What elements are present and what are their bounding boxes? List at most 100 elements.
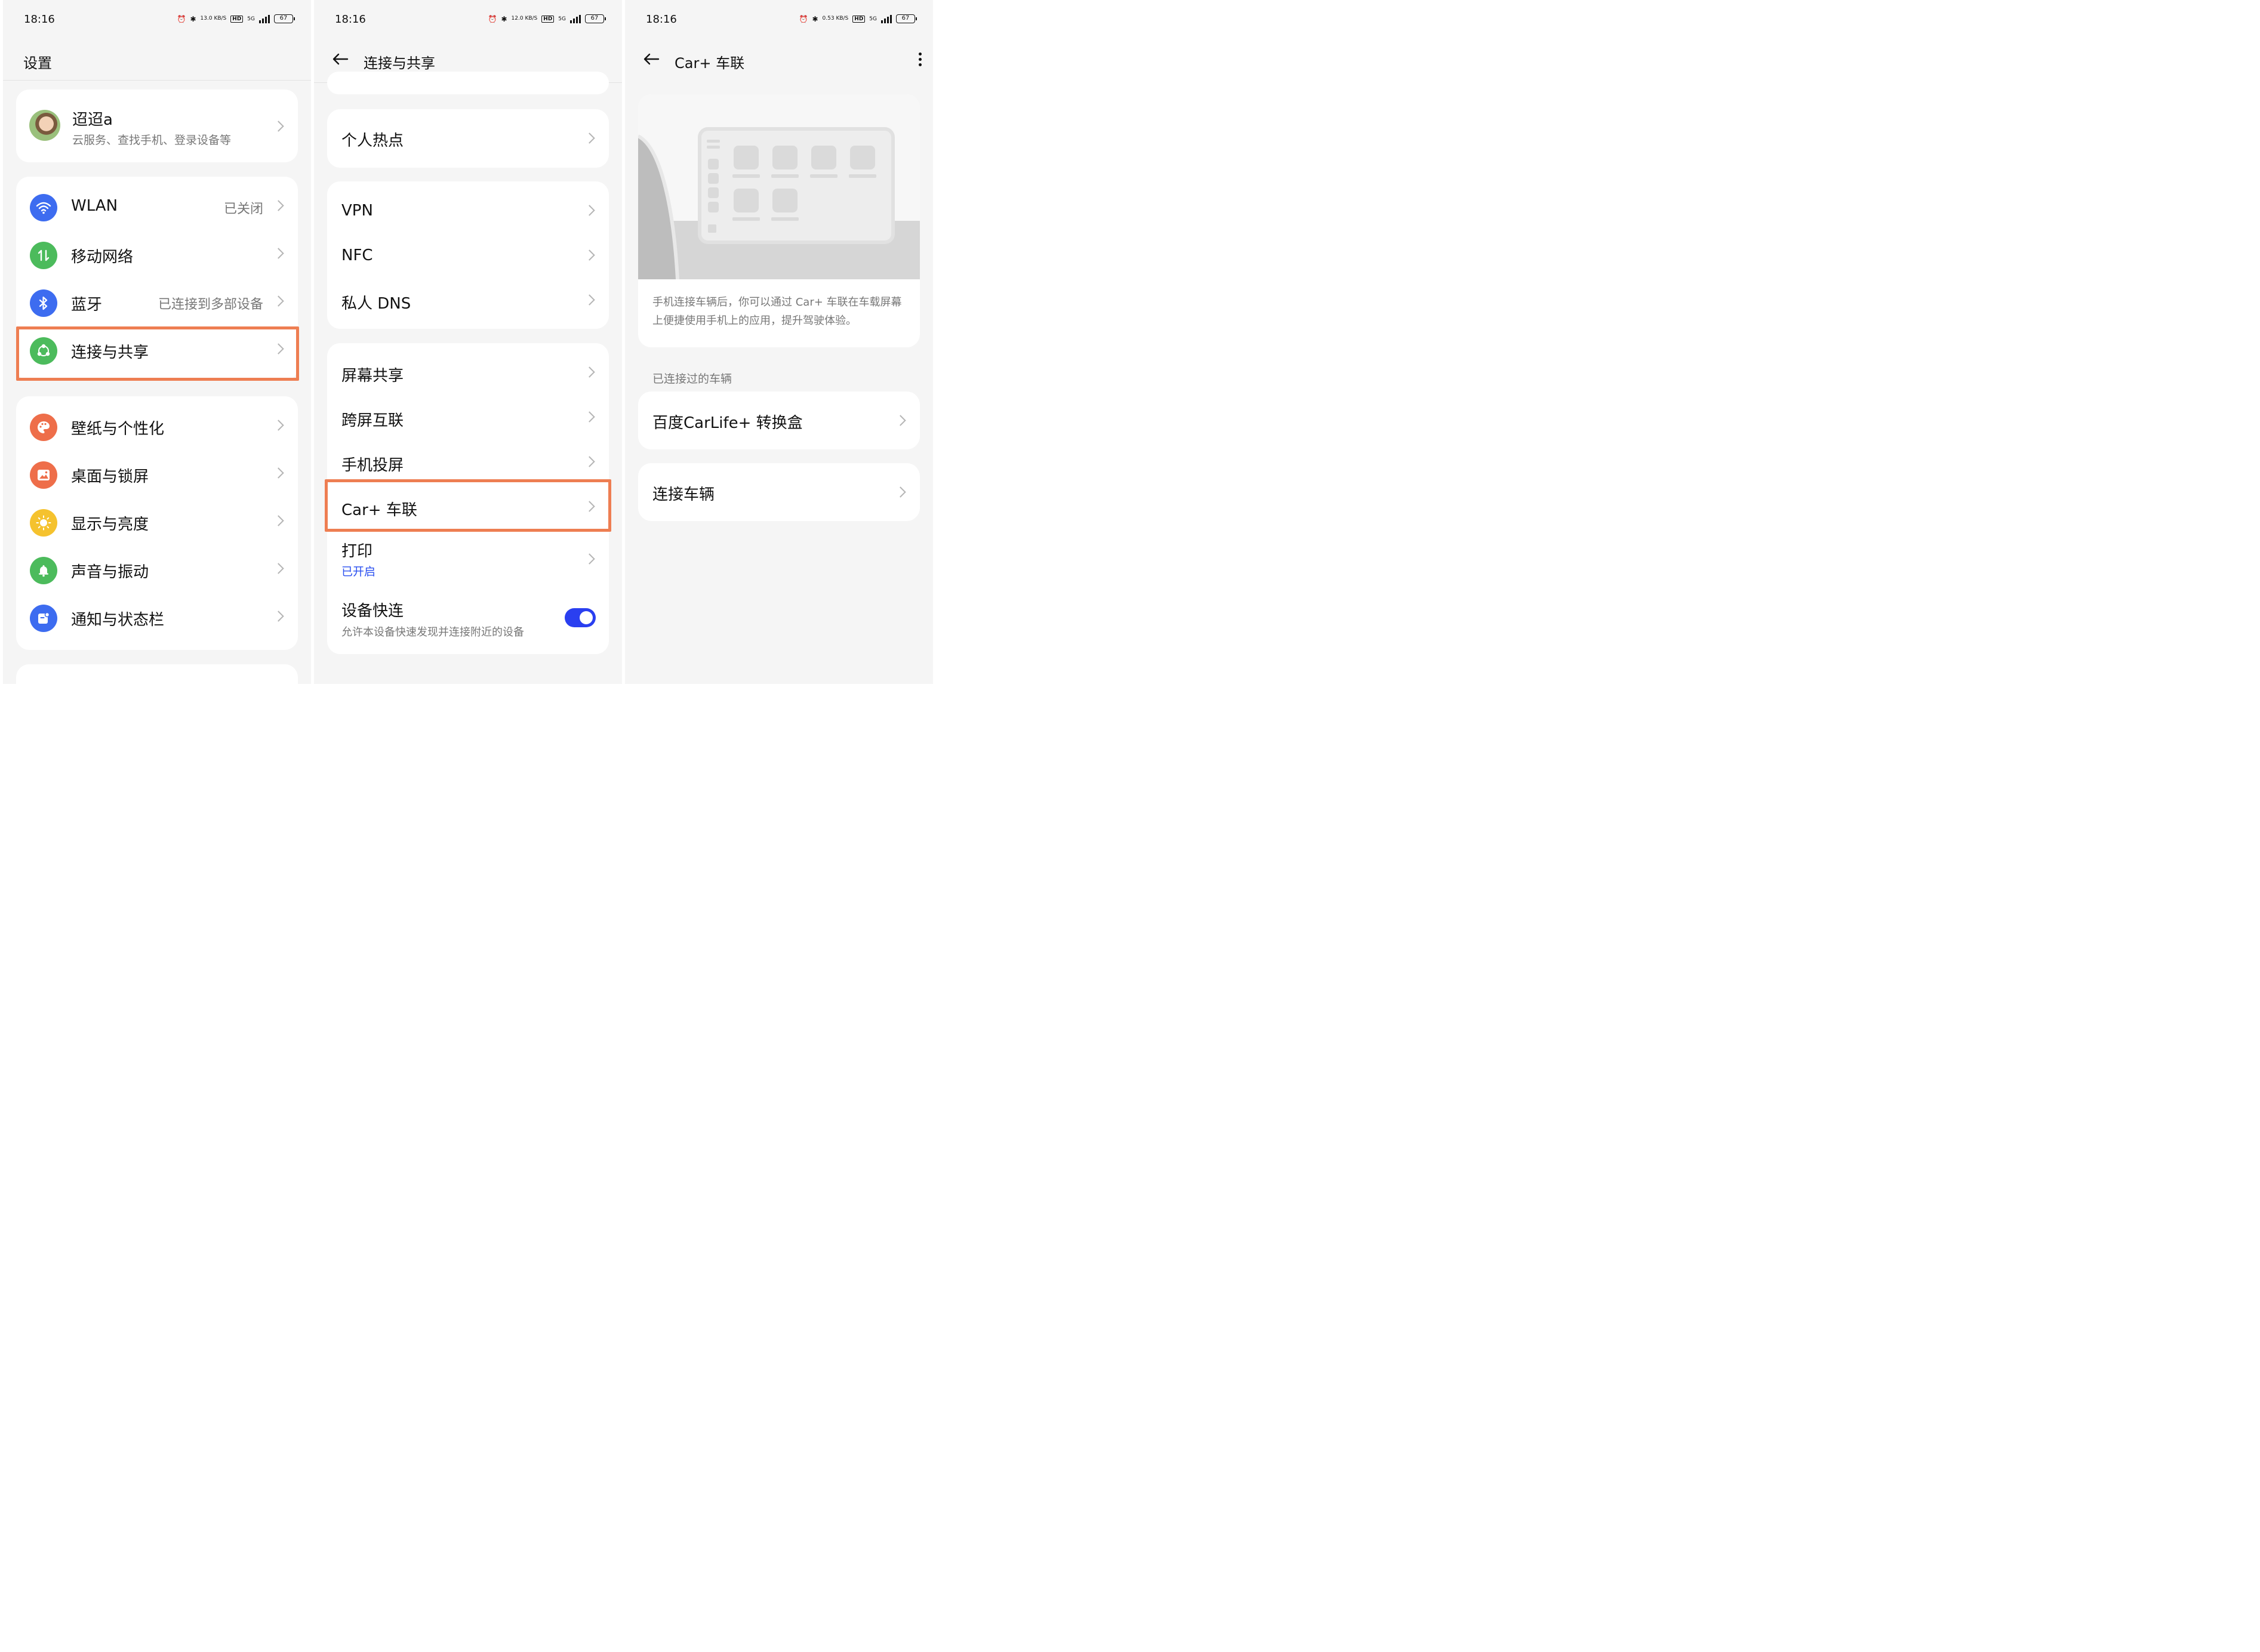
chevron-right-icon — [895, 415, 906, 426]
list-item-label: 跨屏互联 — [341, 412, 404, 430]
bluetooth-status-icon: ✱ — [501, 14, 507, 23]
account-card[interactable]: 迢迢a 云服务、查找手机、登录设备等 — [16, 90, 298, 162]
status-time: 18:16 — [24, 13, 55, 26]
chevron-right-icon — [273, 611, 284, 622]
net-speed: 12.0 KB/S — [511, 16, 538, 21]
chevron-right-icon — [273, 248, 284, 259]
page-title: 设置 — [23, 55, 52, 72]
bell-icon — [30, 557, 57, 584]
list-item-label: 个人热点 — [341, 132, 404, 150]
list-item-cross-screen[interactable]: 跨屏互联 — [327, 395, 609, 440]
section-label: 已连接过的车辆 — [652, 372, 732, 386]
connection-sharing-panel: 18:16 ⏰ ✱ 12.0 KB/S HD 5G 67 连接与共享 个人热点 … — [314, 0, 622, 684]
chevron-right-icon — [584, 132, 595, 144]
net-speed: 13.0 KB/S — [200, 16, 227, 21]
signal-icon — [881, 14, 892, 23]
signal-icon — [570, 14, 581, 23]
car-plus-description: 手机连接车辆后，你可以通过 Car+ 车联在车载屏幕上便捷使用手机上的应用，提升… — [652, 296, 902, 327]
status-time: 18:16 — [646, 13, 677, 26]
partial-card — [16, 664, 298, 684]
hd-badge: HD — [852, 15, 866, 23]
list-item-print[interactable]: 打印 已开启 — [327, 533, 609, 587]
quick-connect-desc: 允许本设备快速发现并连接附近的设备 — [341, 626, 524, 639]
list-item-label: 桌面与锁屏 — [71, 468, 149, 486]
mobile-data-icon — [30, 242, 57, 269]
list-item-mobile-network[interactable]: 移动网络 — [16, 232, 298, 279]
list-item-label: 设备快连 — [341, 602, 404, 620]
list-item-notification-statusbar[interactable]: 通知与状态栏 — [16, 594, 298, 642]
status-bar: 18:16 ⏰ ✱ 0.53 KB/S HD 5G 67 — [625, 11, 933, 29]
chevron-right-icon — [273, 420, 284, 431]
list-item-label: WLAN — [71, 197, 118, 215]
list-item-screen-share[interactable]: 屏幕共享 — [327, 350, 609, 395]
chevron-right-icon — [273, 200, 284, 211]
highlight-box — [16, 326, 299, 381]
alarm-icon: ⏰ — [799, 14, 808, 23]
image-icon — [30, 461, 57, 489]
list-item-label: 显示与亮度 — [71, 516, 149, 534]
list-item-hotspot[interactable]: 个人热点 — [327, 109, 609, 168]
chevron-right-icon — [584, 366, 595, 378]
list-item-label: 声音与振动 — [71, 563, 149, 581]
network-type: 5G — [558, 16, 566, 22]
wifi-icon — [30, 194, 57, 221]
list-item-label: 打印 — [341, 543, 373, 560]
status-time: 18:16 — [335, 13, 366, 26]
network-type: 5G — [247, 16, 255, 22]
list-item-wlan[interactable]: WLAN 已关闭 — [16, 184, 298, 232]
list-item-vehicle[interactable]: 百度CarLife+ 转换盒 — [638, 392, 920, 449]
network-card: VPN NFC 私人 DNS — [327, 181, 609, 329]
list-item-sound-vibration[interactable]: 声音与振动 — [16, 547, 298, 594]
chevron-right-icon — [273, 515, 284, 526]
more-options-icon[interactable] — [917, 50, 922, 68]
car-screen-illustration — [638, 94, 920, 279]
chevron-right-icon — [895, 486, 906, 498]
network-type: 5G — [869, 16, 877, 22]
list-item-quick-connect: 设备快连 允许本设备快速发现并连接附近的设备 — [327, 593, 609, 650]
chevron-right-icon — [584, 411, 595, 423]
status-bar: 18:16 ⏰ ✱ 13.0 KB/S HD 5G 67 — [3, 11, 311, 29]
chevron-right-icon — [273, 295, 284, 307]
battery-icon: 67 — [274, 14, 295, 23]
quick-connect-toggle[interactable] — [565, 608, 596, 627]
chevron-right-icon — [584, 205, 595, 216]
list-item-label: 手机投屏 — [341, 457, 404, 474]
list-item-desktop-lockscreen[interactable]: 桌面与锁屏 — [16, 451, 298, 499]
list-item-label: 通知与状态栏 — [71, 611, 165, 629]
list-item-nfc[interactable]: NFC — [327, 233, 609, 278]
chevron-right-icon — [584, 294, 595, 306]
sun-icon — [30, 509, 57, 537]
header: Car+ 车联 — [625, 42, 933, 79]
back-arrow-icon[interactable] — [332, 53, 350, 67]
chevron-right-icon — [584, 456, 595, 467]
connect-vehicle-label: 连接车辆 — [652, 486, 715, 504]
list-item-connect-vehicle[interactable]: 连接车辆 — [638, 463, 920, 521]
list-item-label: VPN — [341, 202, 373, 220]
avatar — [29, 110, 60, 141]
chevron-right-icon — [273, 467, 284, 479]
print-status: 已开启 — [341, 565, 376, 578]
chevron-right-icon — [584, 553, 595, 565]
personalization-card: 壁纸与个性化 桌面与锁屏 显示与亮度 声音与振动 通知与状态栏 — [16, 396, 298, 650]
net-speed: 0.53 KB/S — [822, 16, 849, 21]
list-item-private-dns[interactable]: 私人 DNS — [327, 278, 609, 323]
settings-panel: 18:16 ⏰ ✱ 13.0 KB/S HD 5G 67 设置 迢迢a 云服务、… — [3, 0, 311, 684]
list-item-value: 已连接到多部设备 — [158, 297, 263, 312]
alarm-icon: ⏰ — [177, 14, 186, 23]
list-item-bluetooth[interactable]: 蓝牙 已连接到多部设备 — [16, 279, 298, 327]
list-item-wallpaper[interactable]: 壁纸与个性化 — [16, 403, 298, 451]
vehicle-name: 百度CarLife+ 转换盒 — [652, 414, 803, 432]
list-item-vpn[interactable]: VPN — [327, 189, 609, 233]
list-item-phone-cast[interactable]: 手机投屏 — [327, 440, 609, 485]
list-item-value: 已关闭 — [223, 202, 263, 217]
highlight-box — [325, 479, 611, 532]
palette-icon — [30, 414, 57, 441]
back-arrow-icon[interactable] — [643, 53, 661, 67]
hd-badge: HD — [230, 15, 244, 23]
list-item-display-brightness[interactable]: 显示与亮度 — [16, 499, 298, 547]
status-bar: 18:16 ⏰ ✱ 12.0 KB/S HD 5G 67 — [314, 11, 622, 29]
list-item-label: 屏幕共享 — [341, 367, 404, 385]
chevron-right-icon — [273, 121, 284, 132]
intro-card: 手机连接车辆后，你可以通过 Car+ 车联在车载屏幕上便捷使用手机上的应用，提升… — [638, 94, 920, 347]
bluetooth-status-icon: ✱ — [190, 14, 196, 23]
